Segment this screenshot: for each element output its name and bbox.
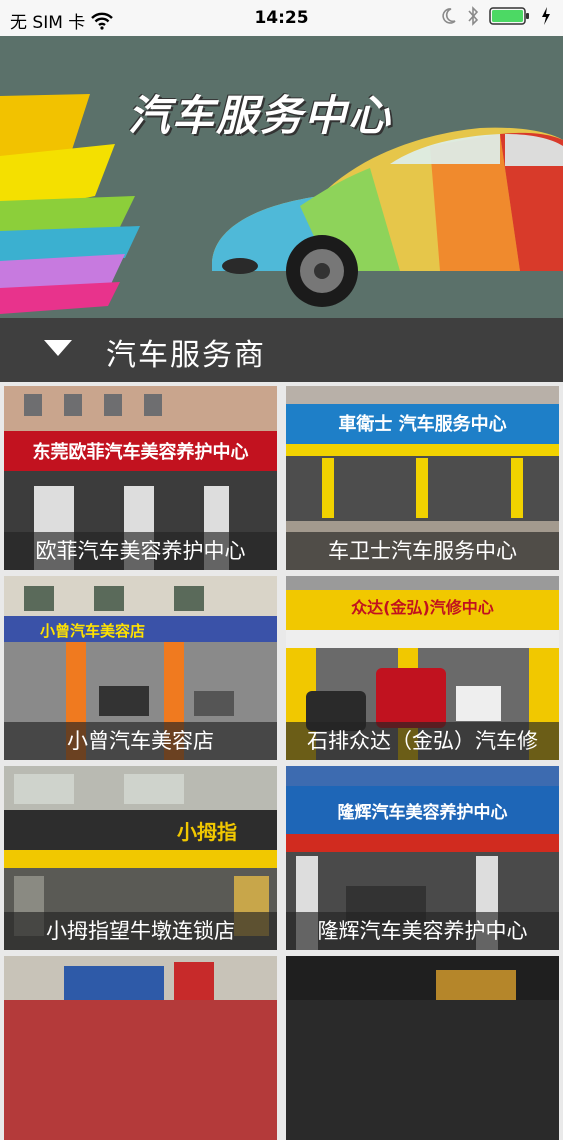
provider-tile[interactable]: 东莞欧菲汽车美容养护中心 欧菲汽车美容养护中心 [4,386,277,570]
provider-name: 石排众达（金弘）汽车修 [286,722,559,760]
provider-name: 欧菲汽车美容养护中心 [4,532,277,570]
store-sign: 車衛士 汽车服务中心 [338,414,507,435]
provider-name: 隆辉汽车美容养护中心 [286,912,559,950]
store-sign: 小拇指 [177,820,237,844]
provider-tile[interactable]: 小曾汽车美容店 小曾汽车美容店 [4,576,277,760]
store-sign: 东莞欧菲汽车美容养护中心 [32,442,249,463]
triangle-down-icon[interactable] [44,340,72,356]
storefront-photo [286,956,559,1000]
store-sign: 隆辉汽车美容养护中心 [337,803,508,823]
banner-title: 汽车服务中心 [128,91,393,140]
store-sign: 众达(金弘)汽修中心 [351,598,494,617]
provider-tile[interactable] [286,956,559,1140]
status-bar: 无 SIM 卡 14:25 [0,0,563,36]
banner: 汽车服务中心 [0,36,563,318]
status-icons [441,6,551,26]
provider-tile[interactable]: 小拇指 小拇指望牛墩连锁店 [4,766,277,950]
provider-tile[interactable]: 車衛士 汽车服务中心 车卫士汽车服务中心 [286,386,559,570]
storefront-photo [4,956,277,1000]
provider-tile[interactable]: 隆辉汽车美容养护中心 隆辉汽车美容养护中心 [286,766,559,950]
provider-name: 小拇指望牛墩连锁店 [4,912,277,950]
moon-icon [442,8,456,24]
provider-grid: 东莞欧菲汽车美容养护中心 欧菲汽车美容养护中心 車衛士 汽车服务中心 车卫士汽车… [0,382,563,1140]
provider-tile[interactable]: 众达(金弘)汽修中心 石排众达（金弘）汽车修 [286,576,559,760]
banner-graphic [0,94,563,314]
provider-name: 车卫士汽车服务中心 [286,532,559,570]
section-header[interactable]: 汽车服务商 [0,318,563,382]
battery-icon [489,7,529,25]
charging-icon [542,7,550,25]
provider-tile[interactable] [4,956,277,1140]
store-sign: 小曾汽车美容店 [40,622,146,640]
section-title: 汽车服务商 [106,338,266,373]
bluetooth-icon [468,6,479,26]
provider-name: 小曾汽车美容店 [4,722,277,760]
